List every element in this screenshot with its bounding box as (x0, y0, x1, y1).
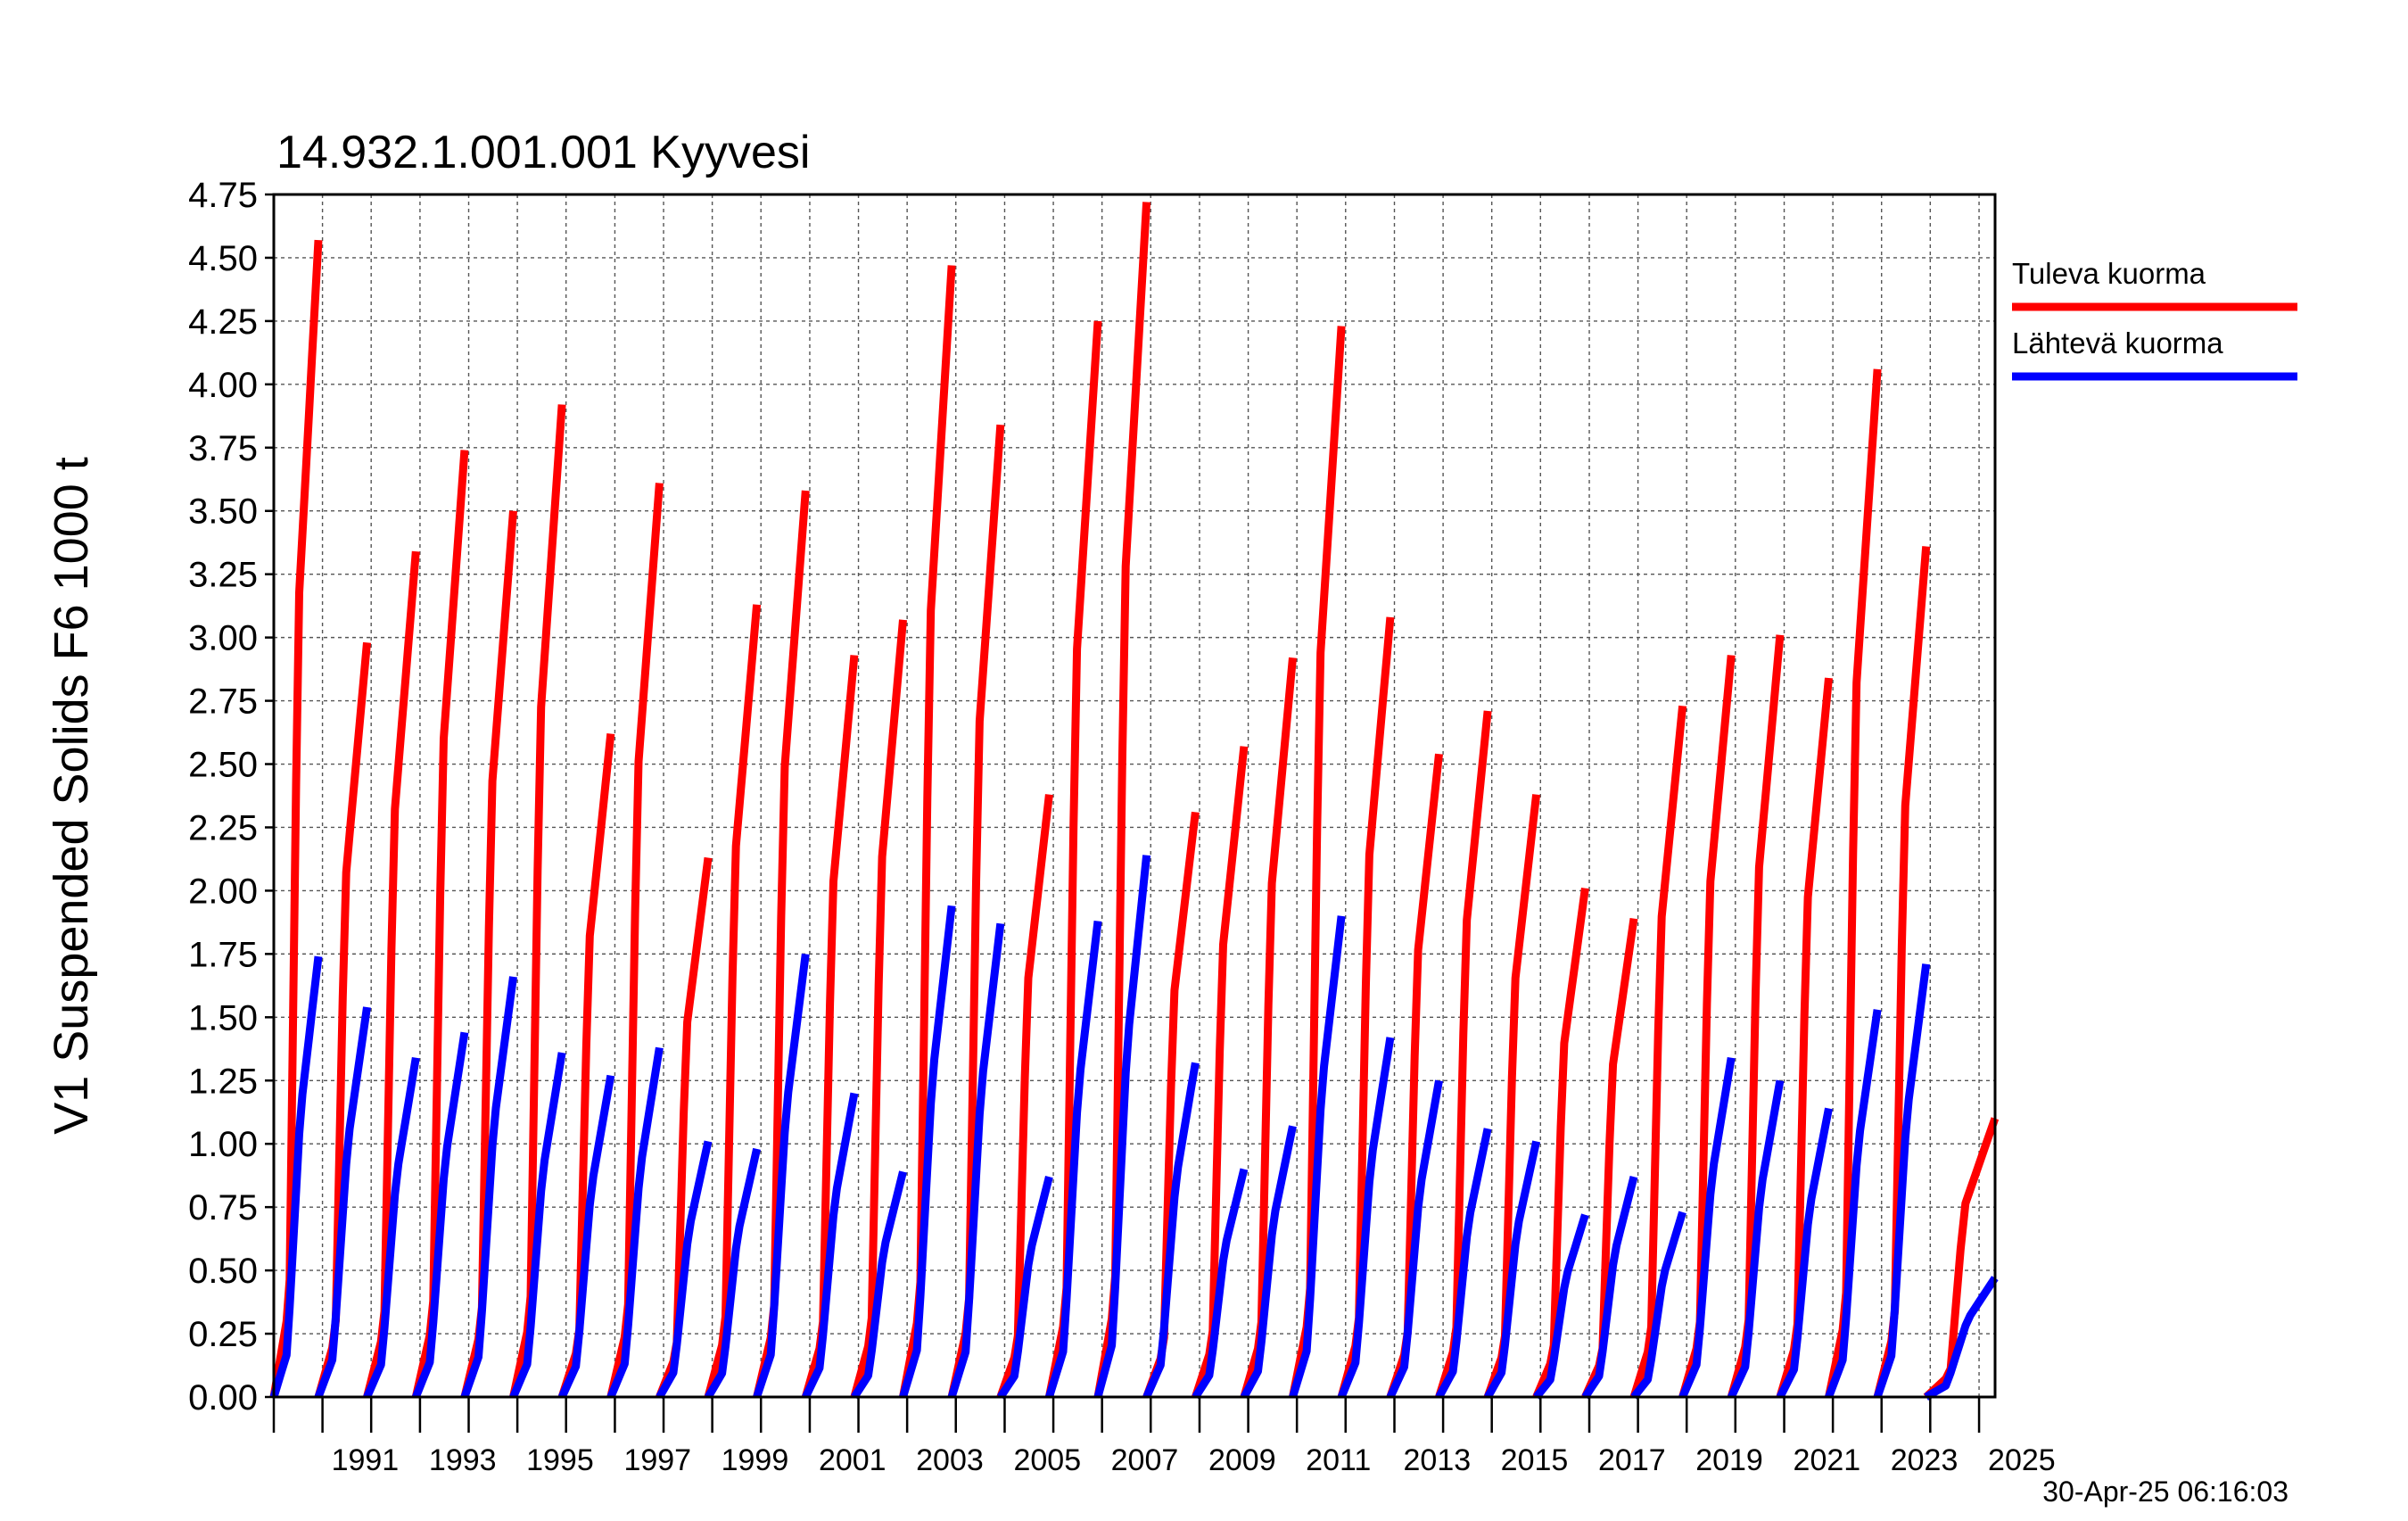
y-tick-label: 1.25 (188, 1062, 258, 1101)
x-tick-label: 2019 (1695, 1443, 1763, 1477)
x-tick-label: 1991 (332, 1443, 400, 1477)
x-axis: 1991 1993 1995 1997 1999 2001 2003 2005 2007 2009… (272, 1397, 2056, 1477)
x-tick-label: 1999 (722, 1443, 789, 1477)
y-tick-label: 3.75 (188, 429, 258, 468)
series-layer (269, 202, 2000, 1401)
timestamp: 30-Apr-25 06:16:03 (2042, 1476, 2288, 1508)
x-tick-label: 1995 (526, 1443, 594, 1477)
series-year-curve (947, 424, 1005, 1398)
y-tick-label: 2.75 (188, 682, 258, 722)
x-tick-label: 2023 (1891, 1443, 1959, 1477)
x-tick-label: 2013 (1404, 1443, 1472, 1477)
y-tick-label: 3.00 (188, 619, 258, 658)
legend-label: Lähtevä kuorma (2012, 327, 2223, 360)
series-year-curve (1923, 1117, 2000, 1401)
legend-label: Tuleva kuorma (2012, 257, 2206, 290)
y-tick-label: 1.75 (188, 935, 258, 974)
y-axis-label: V1 Suspended Solids F6 1000 t (45, 457, 98, 1135)
chart: 0.00 0.25 0.50 0.75 1.00 1.25 1.50 1.75 2.00 2.25… (0, 0, 2408, 1517)
x-tick-label: 1997 (623, 1443, 691, 1477)
y-tick-label: 1.50 (188, 998, 258, 1037)
series-year-curve (1386, 753, 1443, 1399)
y-tick-label: 4.25 (188, 302, 258, 342)
y-tick-label: 3.50 (188, 492, 258, 532)
chart-svg: 0.00 0.25 0.50 0.75 1.00 1.25 1.50 1.75 2.00 2.25… (45, 127, 2297, 1508)
y-tick-label: 0.00 (188, 1378, 258, 1418)
y-tick-label: 2.25 (188, 808, 258, 847)
series-year-curve (314, 641, 371, 1399)
x-tick-label: 2021 (1794, 1443, 1861, 1477)
series-year-curve (557, 733, 615, 1399)
x-tick-label: 2025 (1988, 1443, 2056, 1477)
y-tick-label: 3.25 (188, 556, 258, 595)
y-tick-label: 4.75 (188, 176, 258, 215)
x-tick-label: 2003 (916, 1443, 984, 1477)
y-tick-label: 0.75 (188, 1188, 258, 1228)
chart-title: 14.932.1.001.001 Kyyvesi (276, 127, 810, 178)
legend: Tuleva kuorma Lähtevä kuorma (2012, 257, 2297, 381)
x-tick-label: 1993 (429, 1443, 497, 1477)
x-tick-label: 2011 (1306, 1443, 1371, 1477)
x-tick-label: 2015 (1501, 1443, 1569, 1477)
y-tick-label: 4.50 (188, 239, 258, 278)
x-tick-label: 2007 (1111, 1443, 1179, 1477)
x-tick-label: 2005 (1013, 1443, 1081, 1477)
x-tick-label: 2009 (1208, 1443, 1276, 1477)
series-year-curve (753, 490, 810, 1399)
y-tick-label: 1.00 (188, 1125, 258, 1164)
y-tick-label: 0.25 (188, 1315, 258, 1354)
y-tick-label: 0.50 (188, 1252, 258, 1291)
y-tick-label: 2.50 (188, 746, 258, 785)
x-tick-label: 2001 (819, 1443, 887, 1477)
x-tick-label: 2017 (1598, 1443, 1666, 1477)
series-tuleva-kuorma (269, 202, 2000, 1401)
y-tick-label: 4.00 (188, 366, 258, 405)
y-axis: 0.00 0.25 0.50 0.75 1.00 1.25 1.50 1.75 2.00 2.25… (188, 176, 274, 1418)
series-year-curve (1873, 546, 1931, 1399)
y-tick-label: 2.00 (188, 872, 258, 911)
